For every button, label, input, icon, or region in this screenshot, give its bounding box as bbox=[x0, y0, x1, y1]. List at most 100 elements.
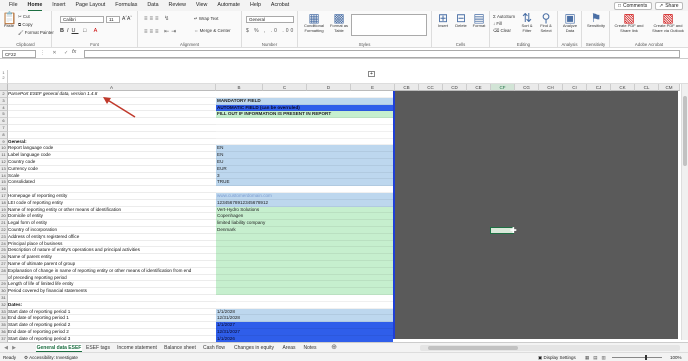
view-mode-icons[interactable]: ▦▤▥ bbox=[585, 353, 610, 361]
cell-b[interactable]: FILL OUT IF INFORMATION IS PRESENT IN RE… bbox=[216, 111, 393, 119]
column-header-cm[interactable]: CM bbox=[659, 84, 680, 91]
number-format-icons[interactable]: $ % , .0 .00 bbox=[246, 28, 295, 34]
format-as-table-button[interactable]: ▩ Format as Table bbox=[329, 12, 349, 33]
cell-a[interactable]: Start date of reporting period 1 bbox=[8, 309, 216, 316]
row-header[interactable]: 14 bbox=[0, 172, 8, 180]
vertical-scrollbar[interactable] bbox=[681, 84, 688, 340]
row-header[interactable]: 8 bbox=[0, 131, 8, 139]
cell-b[interactable]: AUTOMATIC FIELD (can be overruled) bbox=[216, 104, 393, 112]
fill-button[interactable]: ↓ Fill bbox=[493, 21, 502, 26]
cell-a[interactable]: Dates: bbox=[8, 302, 216, 309]
row-header[interactable]: 36 bbox=[0, 329, 8, 336]
cell-a[interactable]: Consolidated bbox=[8, 179, 216, 187]
insert-cells-button[interactable]: ⊞ Insert bbox=[435, 12, 451, 29]
select-all-corner[interactable] bbox=[0, 84, 8, 91]
tab-changes-in-equity[interactable]: Changes in equity bbox=[230, 344, 278, 352]
row-header[interactable]: 27 bbox=[0, 261, 8, 268]
cell-a[interactable]: Description of nature of entity's operat… bbox=[8, 247, 216, 255]
column-header-d[interactable]: D bbox=[307, 84, 351, 91]
create-pdf-share-link-button[interactable]: ▧ Create PDF and Share link bbox=[611, 12, 647, 33]
accessibility-status[interactable]: ⚙ Accessibility: Investigate bbox=[24, 353, 78, 361]
cell-b[interactable] bbox=[216, 281, 393, 289]
tab-notes[interactable]: Notes bbox=[300, 344, 320, 352]
formula-input[interactable] bbox=[84, 50, 680, 58]
column-header-ce[interactable]: CE bbox=[467, 84, 491, 91]
row-header[interactable]: 24 bbox=[0, 240, 8, 248]
cell-a[interactable]: of preceding reporting period bbox=[8, 275, 216, 282]
analyze-data-button[interactable]: ▣ Analyze Data bbox=[560, 12, 580, 33]
font-name-select[interactable]: Calibri bbox=[60, 16, 104, 23]
cell-a[interactable]: Period covered by financial statements bbox=[8, 288, 216, 295]
row-header[interactable]: 16 bbox=[0, 186, 8, 193]
column-header-cf[interactable]: CF bbox=[491, 84, 515, 91]
display-settings-button[interactable]: ▣ Display Settings bbox=[538, 353, 576, 361]
wrap-text-button[interactable]: ↵ Wrap Text bbox=[194, 16, 219, 22]
cell-b[interactable]: www.customerdomain.com bbox=[216, 193, 393, 200]
column-header-c[interactable]: C bbox=[263, 84, 307, 91]
menu-formulas[interactable]: Formulas bbox=[115, 0, 137, 11]
cell-styles-gallery[interactable] bbox=[351, 14, 427, 36]
conditional-formatting-button[interactable]: ▦ Conditional Formatting bbox=[300, 12, 328, 33]
row-header[interactable]: 12 bbox=[0, 159, 8, 166]
cell-a[interactable]: Name of parent entity bbox=[8, 254, 216, 261]
cell-b[interactable] bbox=[216, 274, 393, 282]
share-button[interactable]: ↗ Share bbox=[655, 2, 683, 10]
cell-a[interactable]: Report language code bbox=[8, 145, 216, 153]
cell-b[interactable] bbox=[216, 91, 393, 98]
cell-b[interactable]: 1/1/2028 bbox=[216, 308, 393, 316]
cell-a[interactable]: Name of reporting entity or other means … bbox=[8, 207, 216, 214]
tab-scroll-right-icon[interactable]: ▶ bbox=[10, 344, 18, 352]
tab-balance-sheet[interactable]: Balance sheet bbox=[162, 344, 198, 352]
merge-center-button[interactable]: ⇔ Merge & Center bbox=[194, 28, 231, 33]
row-header[interactable]: 23 bbox=[0, 233, 8, 241]
cell-a[interactable]: End date of reporting period 2 bbox=[8, 329, 216, 336]
tab-general-data-esef[interactable]: General data ESEF bbox=[36, 344, 82, 352]
menu-review[interactable]: Review bbox=[169, 0, 186, 11]
cell-a[interactable]: Legal form of entity bbox=[8, 220, 216, 227]
zoom-slider[interactable] bbox=[612, 357, 662, 358]
delete-cells-button[interactable]: ⊟ Delete bbox=[453, 12, 469, 29]
format-painter-button[interactable]: 🖌 Format Painter bbox=[18, 30, 54, 36]
row-header[interactable]: 20 bbox=[0, 213, 8, 221]
format-cells-button[interactable]: ▤ Format bbox=[471, 12, 487, 29]
cell-a[interactable]: Homepage of reporting entity bbox=[8, 193, 216, 200]
column-header-cc[interactable]: CC bbox=[419, 84, 443, 91]
column-header-cl[interactable]: CL bbox=[635, 84, 659, 91]
menu-insert[interactable]: Insert bbox=[52, 0, 65, 11]
cell-b[interactable] bbox=[216, 247, 393, 255]
expand-group-button[interactable]: + bbox=[368, 71, 375, 77]
menu-view[interactable]: View bbox=[196, 0, 207, 11]
cell-b[interactable] bbox=[216, 125, 393, 132]
tab-income-statement[interactable]: Income statement bbox=[114, 344, 160, 352]
row-header[interactable]: 3 bbox=[0, 97, 8, 105]
fx-icon[interactable]: fx bbox=[72, 49, 76, 55]
cell-b[interactable]: MANDATORY FIELD bbox=[216, 97, 393, 105]
font-grow-icon[interactable]: AˆAˇ bbox=[122, 16, 132, 22]
row-header[interactable]: 7 bbox=[0, 125, 8, 132]
cell-a[interactable]: End date of reporting period 1 bbox=[8, 315, 216, 323]
horizontal-scroll-thumb[interactable] bbox=[428, 346, 518, 350]
row-header[interactable]: 6 bbox=[0, 118, 8, 125]
autosum-button[interactable]: Σ AutoSum bbox=[493, 14, 515, 19]
formula-bar-icons[interactable]: ⋮ ✕ ✓ bbox=[40, 50, 71, 56]
row-header[interactable]: 4 bbox=[0, 104, 8, 112]
cell-a[interactable] bbox=[8, 132, 216, 139]
row-header[interactable]: 17 bbox=[0, 193, 8, 200]
menu-help[interactable]: Help bbox=[250, 0, 261, 11]
cell-b[interactable] bbox=[216, 132, 393, 139]
grayed-columns-area[interactable] bbox=[395, 91, 678, 339]
row-header[interactable]: 11 bbox=[0, 152, 8, 159]
horizontal-scrollbar[interactable] bbox=[420, 345, 680, 351]
sort-filter-button[interactable]: ⇅ Sort & Filter bbox=[518, 12, 536, 33]
worksheet-grid[interactable]: + 12 A B C D E CB CC CD CE CF CG CH CI C… bbox=[0, 60, 688, 343]
cell-b[interactable]: 12/31/2028 bbox=[216, 315, 393, 323]
cell-b[interactable]: 3 bbox=[216, 172, 393, 180]
cell-a[interactable]: Country of incorporation bbox=[8, 227, 216, 234]
cell-a[interactable]: Explanation of change in name of reporti… bbox=[8, 268, 216, 275]
column-header-b[interactable]: B bbox=[216, 84, 263, 91]
column-header-cg[interactable]: CG bbox=[515, 84, 539, 91]
cell-b[interactable]: 12345678912345678912 bbox=[216, 199, 393, 207]
cell-b[interactable]: EU bbox=[216, 159, 393, 166]
cut-button[interactable]: ✂ Cut bbox=[18, 14, 30, 20]
column-header-ci[interactable]: CI bbox=[563, 84, 587, 91]
